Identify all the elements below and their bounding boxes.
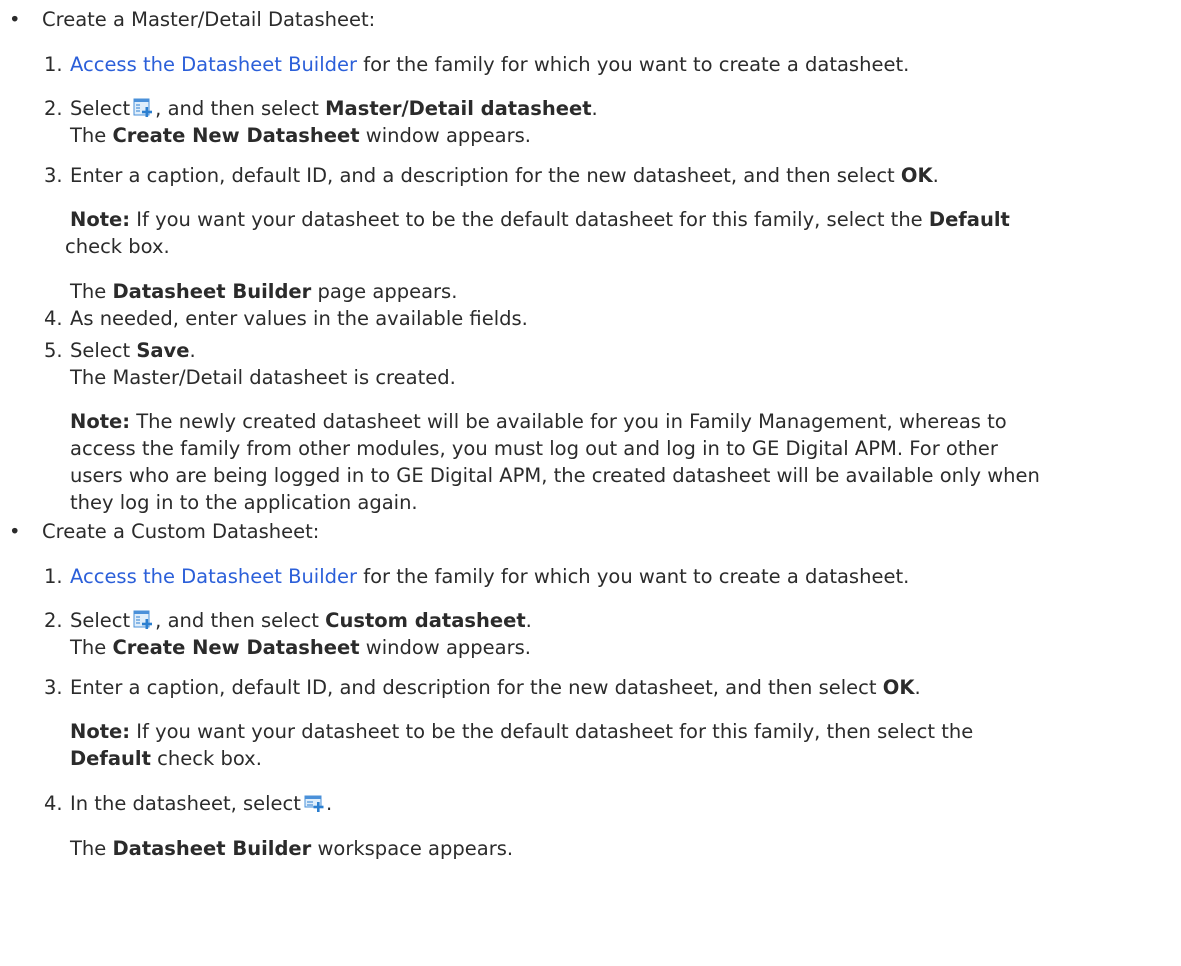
step-result: The Create New Datasheet window appears. [70, 636, 531, 659]
note-default-checkbox: Note: If you want your datasheet to be t… [65, 208, 1010, 258]
document-body: • Create a Master/Detail Datasheet: 1. A… [0, 0, 1181, 860]
note-default-checkbox: Note: If you want your datasheet to be t… [70, 720, 974, 770]
bullet-dot: • [9, 520, 21, 543]
step-enter-values: 4. As needed, enter values in the availa… [44, 307, 528, 330]
access-datasheet-builder-link[interactable]: Access the Datasheet Builder [70, 565, 357, 588]
add-datasheet-icon [133, 98, 153, 118]
step-enter-caption: 3. Enter a caption, default ID, and a de… [44, 164, 939, 187]
bullet-dot: • [9, 8, 21, 31]
step-result: The Master/Detail datasheet is created. [70, 366, 456, 389]
note-newly-created: Note: The newly created datasheet will b… [70, 410, 1040, 514]
step-access-builder: 1. Access the Datasheet Builder for the … [44, 565, 910, 588]
bullet-title: Create a Custom Datasheet: [42, 520, 320, 543]
step-enter-caption: 3. Enter a caption, default ID, and desc… [44, 676, 921, 699]
add-row-icon [304, 795, 325, 813]
step-select-custom: 2. Select, and then select Custom datash… [44, 609, 532, 632]
step-result: The Datasheet Builder page appears. [70, 280, 458, 303]
step-result: The Datasheet Builder workspace appears. [70, 837, 514, 860]
bullet-title: Create a Master/Detail Datasheet: [42, 8, 376, 31]
access-datasheet-builder-link[interactable]: Access the Datasheet Builder [70, 53, 357, 76]
add-datasheet-icon [133, 610, 153, 630]
step-select-add-row: 4. In the datasheet, select. [44, 792, 333, 815]
step-select-master-detail: 2. Select, and then select Master/Detail… [44, 97, 598, 120]
bullet-master-detail: • Create a Master/Detail Datasheet: [0, 6, 1181, 33]
step-result: The Create New Datasheet window appears. [70, 124, 531, 147]
bullet-custom: • Create a Custom Datasheet: [0, 518, 1181, 545]
step-select-save: 5. Select Save. [44, 339, 196, 362]
step-access-builder: 1. Access the Datasheet Builder for the … [44, 53, 910, 76]
